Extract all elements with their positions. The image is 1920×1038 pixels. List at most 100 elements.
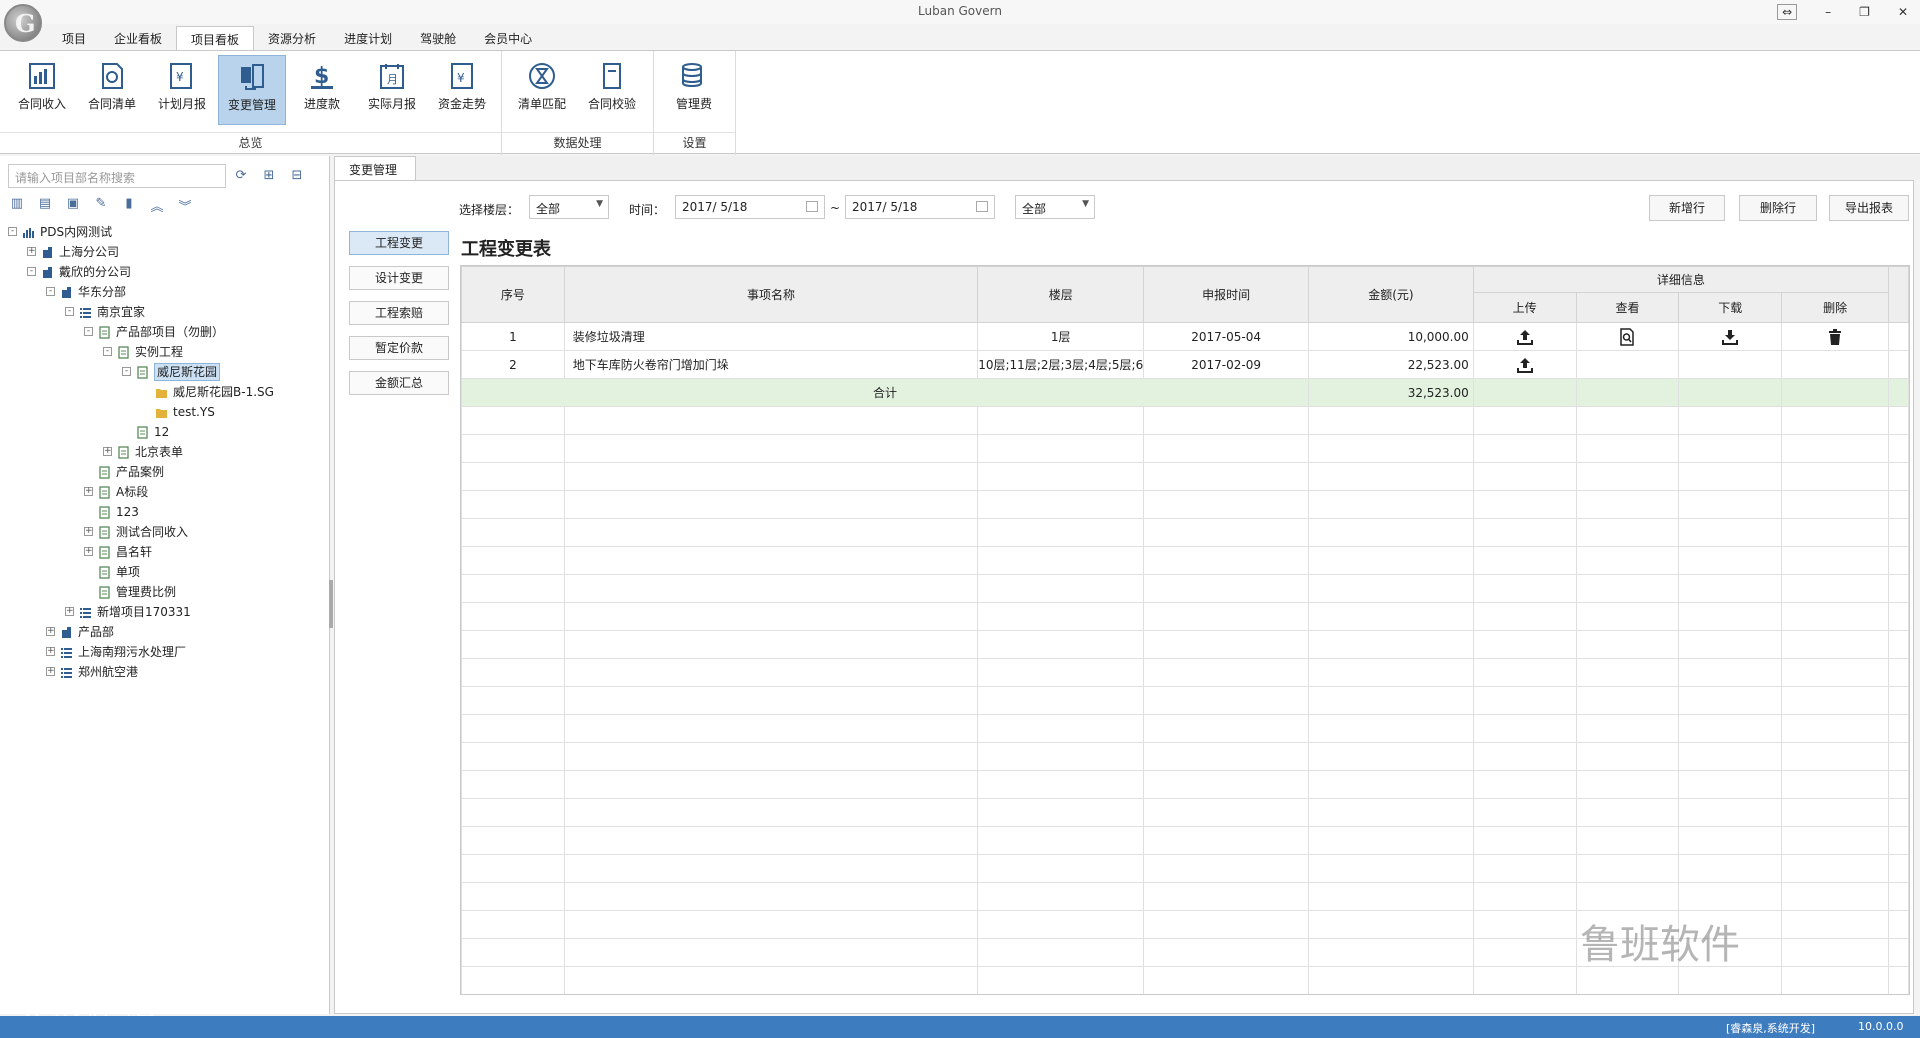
expand-node-icon[interactable]: + bbox=[84, 487, 93, 496]
restore-layout-button[interactable]: ⇔ bbox=[1777, 4, 1798, 20]
view-cell[interactable] bbox=[1575, 322, 1680, 351]
collapse-node-icon[interactable]: - bbox=[46, 287, 55, 296]
collapse-node-icon[interactable]: - bbox=[84, 327, 93, 336]
expand-node-icon[interactable]: + bbox=[46, 647, 55, 656]
expand-node-icon[interactable]: + bbox=[84, 527, 93, 536]
menu-item-project[interactable]: 项目 bbox=[48, 26, 100, 50]
delete-icon[interactable]: ▮ bbox=[120, 196, 138, 212]
list-match-button[interactable]: 清单匹配 bbox=[508, 55, 576, 125]
tree-node[interactable]: 管理费比例 bbox=[0, 582, 330, 602]
empty-row[interactable] bbox=[461, 602, 1909, 631]
floor-select[interactable]: 全部 ▼ bbox=[529, 195, 609, 219]
cell-no[interactable]: 1 bbox=[461, 322, 565, 351]
tree-node[interactable]: 123 bbox=[0, 502, 330, 522]
menu-item-project-board[interactable]: 项目看板 bbox=[176, 26, 255, 50]
upload-cell[interactable] bbox=[1472, 350, 1577, 379]
tree-node[interactable]: - 华东分部 bbox=[0, 282, 330, 302]
date-to-input[interactable]: 2017/ 5/18 bbox=[845, 195, 995, 219]
add-row-button[interactable]: 新增行 bbox=[1649, 195, 1725, 221]
upload-icon[interactable] bbox=[1516, 328, 1534, 346]
empty-row[interactable] bbox=[461, 882, 1909, 911]
close-button[interactable]: ✕ bbox=[1898, 5, 1908, 19]
tree-node[interactable]: + 测试合同收入 bbox=[0, 522, 330, 542]
add-child-icon[interactable]: ▤ bbox=[36, 196, 54, 212]
expand-node-icon[interactable]: + bbox=[103, 447, 112, 456]
empty-row[interactable] bbox=[461, 854, 1909, 883]
collapse-node-icon[interactable]: - bbox=[103, 347, 112, 356]
collapse-node-icon[interactable]: - bbox=[27, 267, 36, 276]
tree-node[interactable]: - 实例工程 bbox=[0, 342, 330, 362]
empty-row[interactable] bbox=[461, 406, 1909, 435]
calendar-icon[interactable] bbox=[806, 201, 818, 212]
empty-row[interactable] bbox=[461, 826, 1909, 855]
delete-row-button[interactable]: 删除行 bbox=[1739, 195, 1817, 221]
refresh-icon[interactable]: ⟳ bbox=[232, 168, 250, 184]
fund-trend-button[interactable]: ¥ 资金走势 bbox=[428, 55, 496, 125]
empty-row[interactable] bbox=[461, 798, 1909, 827]
date-from-input[interactable]: 2017/ 5/18 bbox=[675, 195, 825, 219]
contract-list-button[interactable]: 合同清单 bbox=[78, 55, 146, 125]
tree-node[interactable]: 产品案例 bbox=[0, 462, 330, 482]
contract-income-button[interactable]: 合同收入 bbox=[8, 55, 76, 125]
expand-node-icon[interactable]: + bbox=[46, 667, 55, 676]
tree-node[interactable]: + 上海分公司 bbox=[0, 242, 330, 262]
menu-item-member-center[interactable]: 会员中心 bbox=[470, 26, 546, 50]
cell-date[interactable]: 2017-02-09 bbox=[1143, 350, 1309, 379]
engineering-change-button[interactable]: 工程变更 bbox=[349, 231, 449, 255]
cell-no[interactable]: 2 bbox=[461, 350, 565, 379]
tree-node[interactable]: + 产品部 bbox=[0, 622, 330, 642]
export-report-button[interactable]: 导出报表 bbox=[1829, 195, 1909, 221]
view-file-icon[interactable] bbox=[1618, 327, 1636, 346]
empty-row[interactable] bbox=[461, 714, 1909, 743]
cell-floor[interactable]: 10层;11层;2层;3层;4层;5层;6 bbox=[977, 350, 1145, 379]
collapse-node-icon[interactable]: - bbox=[8, 227, 17, 236]
maximize-button[interactable]: ❐ bbox=[1859, 5, 1870, 19]
empty-row[interactable] bbox=[461, 574, 1909, 603]
collapse-all-icon[interactable]: ⊟ bbox=[288, 168, 306, 184]
design-change-button[interactable]: 设计变更 bbox=[349, 266, 449, 290]
minimize-button[interactable]: – bbox=[1825, 5, 1831, 19]
edit-icon[interactable]: ✎ bbox=[92, 196, 110, 212]
menu-item-schedule[interactable]: 进度计划 bbox=[330, 26, 406, 50]
add-node-icon[interactable]: ▥ bbox=[8, 196, 26, 212]
tree-node[interactable]: + 新增项目170331 bbox=[0, 602, 330, 622]
trash-icon[interactable] bbox=[1827, 328, 1843, 346]
cell-amount[interactable]: 22,523.00 bbox=[1308, 350, 1474, 379]
empty-row[interactable] bbox=[461, 966, 1909, 994]
project-search-input[interactable]: 请输入项目部名称搜索 bbox=[8, 164, 226, 188]
cell-item-name[interactable]: 地下车库防火卷帘门增加门垛 bbox=[563, 350, 979, 379]
expand-node-icon[interactable]: + bbox=[65, 607, 74, 616]
empty-row[interactable] bbox=[461, 518, 1909, 547]
tree-node[interactable]: + 郑州航空港 bbox=[0, 662, 330, 682]
delete-cell[interactable] bbox=[1781, 322, 1889, 351]
cell-date[interactable]: 2017-05-04 bbox=[1143, 322, 1309, 351]
collapse-node-icon[interactable]: - bbox=[122, 367, 131, 376]
tree-node[interactable]: - PDS内网测试 bbox=[0, 222, 330, 242]
engineering-claim-button[interactable]: 工程索赔 bbox=[349, 301, 449, 325]
collapse-node-icon[interactable]: - bbox=[65, 307, 74, 316]
tree-node[interactable]: test.YS bbox=[0, 402, 330, 422]
table-row[interactable]: 2 地下车库防火卷帘门增加门垛 10层;11层;2层;3层;4层;5层;6 20… bbox=[461, 350, 1909, 379]
expand-all-icon[interactable]: ⊞ bbox=[260, 168, 278, 184]
cell-amount[interactable]: 10,000.00 bbox=[1308, 322, 1474, 351]
empty-row[interactable] bbox=[461, 770, 1909, 799]
tree-node[interactable]: + 北京表单 bbox=[0, 442, 330, 462]
amount-summary-button[interactable]: 金额汇总 bbox=[349, 371, 449, 395]
tree-node[interactable]: - 戴欣的分公司 bbox=[0, 262, 330, 282]
empty-row[interactable] bbox=[461, 434, 1909, 463]
panel-splitter[interactable] bbox=[329, 580, 333, 628]
tree-node[interactable]: 12 bbox=[0, 422, 330, 442]
plan-monthly-button[interactable]: ¥ 计划月报 bbox=[148, 55, 216, 125]
empty-row[interactable] bbox=[461, 546, 1909, 575]
tree-node[interactable]: - 南京宜家 bbox=[0, 302, 330, 322]
tree-node[interactable]: - 威尼斯花园 bbox=[0, 362, 330, 382]
tree-node[interactable]: + 上海南翔污水处理厂 bbox=[0, 642, 330, 662]
tree-node[interactable]: + A标段 bbox=[0, 482, 330, 502]
table-row[interactable]: 1 装修垃圾清理 1层 2017-05-04 10,000.00 bbox=[461, 322, 1909, 351]
menu-item-enterprise-board[interactable]: 企业看板 bbox=[100, 26, 176, 50]
cell-floor[interactable]: 1层 bbox=[977, 322, 1145, 351]
contract-check-button[interactable]: 合同校验 bbox=[578, 55, 646, 125]
calendar-icon[interactable] bbox=[976, 201, 988, 212]
expand-node-icon[interactable]: + bbox=[84, 547, 93, 556]
actual-monthly-button[interactable]: 月 实际月报 bbox=[358, 55, 426, 125]
